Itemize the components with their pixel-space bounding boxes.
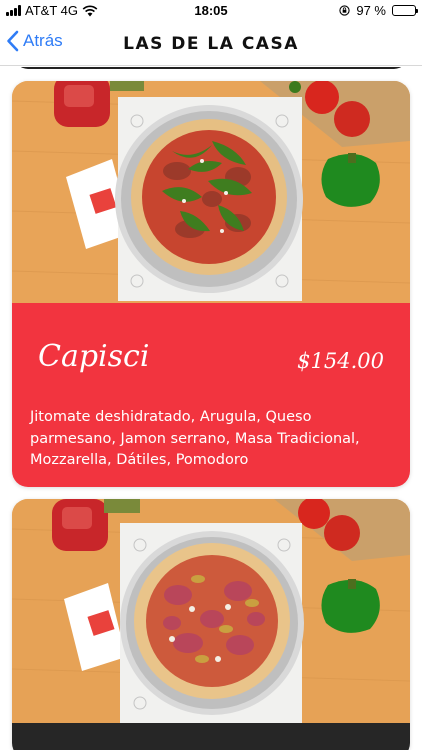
pizza-photo xyxy=(12,81,410,303)
pizza-info: Capisci $154.00 Jitomate deshidratado, A… xyxy=(12,303,410,487)
pizza-card[interactable]: Capisci $154.00 Jitomate deshidratado, A… xyxy=(12,81,410,487)
status-bar: AT&T 4G 18:05 97 % xyxy=(0,0,422,22)
page-title: LAS DE LA CASA xyxy=(123,34,299,54)
pizza-price: $154.00 xyxy=(297,349,384,373)
pizza-info xyxy=(12,723,410,750)
pizza-ingredients: Jitomate deshidratado, Arugula, Queso pa… xyxy=(30,409,360,468)
navigation-bar: Atrás LAS DE LA CASA xyxy=(0,22,422,66)
menu-list[interactable]: Capisci $154.00 Jitomate deshidratado, A… xyxy=(0,67,422,750)
status-right: 97 % xyxy=(339,3,418,18)
pizza-photo xyxy=(12,499,410,723)
battery-percent: 97 % xyxy=(356,3,386,18)
pizza-name: Capisci xyxy=(38,339,150,374)
previous-card-edge xyxy=(14,67,408,69)
rotation-lock-icon xyxy=(339,5,350,16)
battery-icon xyxy=(392,5,418,16)
pizza-card[interactable] xyxy=(12,499,410,750)
